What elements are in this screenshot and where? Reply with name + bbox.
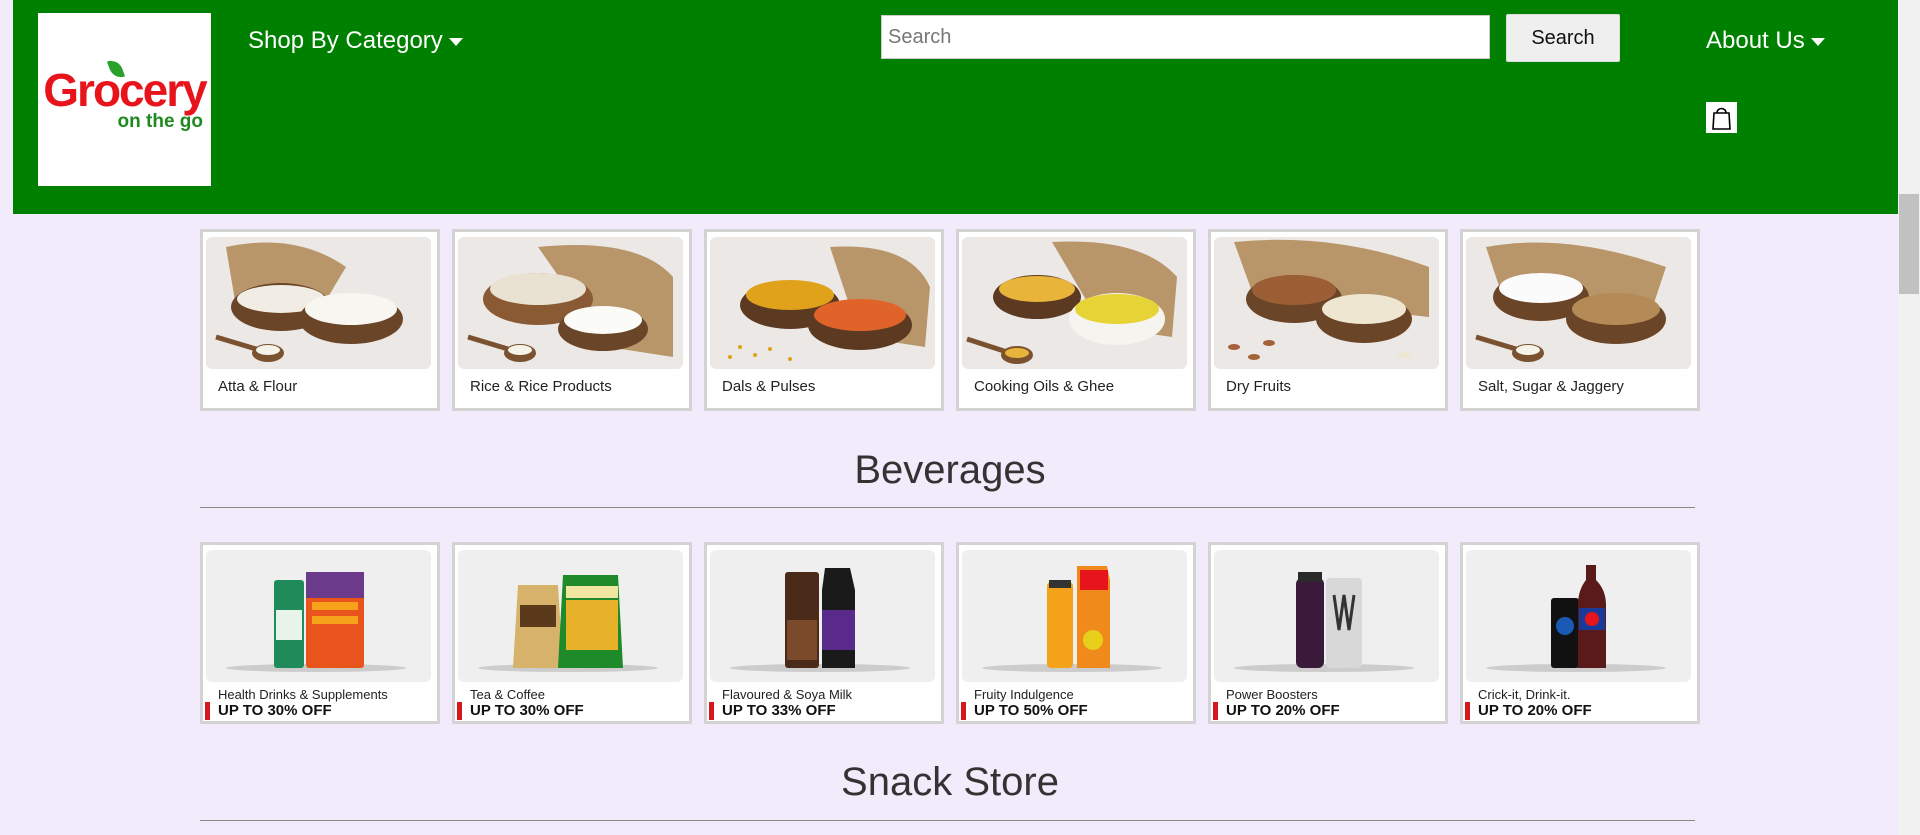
section-title-snack-store: Snack Store <box>841 760 1059 804</box>
category-image <box>1214 237 1439 369</box>
product-label: Tea & Coffee <box>470 687 545 702</box>
offer-badge: UP TO 33% OFF <box>709 702 836 720</box>
category-card-dry-fruits[interactable]: Dry Fruits <box>1208 229 1448 411</box>
product-label: Health Drinks & Supplements <box>218 687 388 702</box>
beverage-card-fruity-indulgence[interactable]: Fruity Indulgence UP TO 50% OFF <box>956 542 1196 724</box>
offer-badge: UP TO 20% OFF <box>1465 702 1592 720</box>
product-image <box>458 550 683 682</box>
search-input[interactable] <box>881 15 1490 59</box>
site-logo[interactable]: Grocery on the go <box>38 13 211 186</box>
category-image <box>206 237 431 369</box>
scrollbar-thumb[interactable] <box>1899 194 1919 294</box>
section-divider <box>200 507 1695 508</box>
section-title-beverages: Beverages <box>854 448 1046 492</box>
product-label: Crick-it, Drink-it. <box>1478 687 1571 702</box>
beverage-card-flavoured-milk[interactable]: Flavoured & Soya Milk UP TO 33% OFF <box>704 542 944 724</box>
logo-title: Grocery <box>43 64 207 116</box>
category-image <box>458 237 683 369</box>
page-scrollbar[interactable] <box>1898 0 1920 835</box>
offer-badge: UP TO 50% OFF <box>961 702 1088 720</box>
product-image <box>710 550 935 682</box>
product-image <box>1214 550 1439 682</box>
product-label: Fruity Indulgence <box>974 687 1074 702</box>
category-label: Atta & Flour <box>218 378 298 395</box>
section-divider <box>200 820 1695 821</box>
product-label: Flavoured & Soya Milk <box>722 687 853 702</box>
beverage-card-health-drinks[interactable]: Health Drinks & Supplements UP TO 30% OF… <box>200 542 440 724</box>
product-image <box>1466 550 1691 682</box>
category-card-rice[interactable]: Rice & Rice Products <box>452 229 692 411</box>
category-image <box>962 237 1187 369</box>
shopping-bag-icon[interactable] <box>1706 102 1737 133</box>
shop-by-category-label: Shop By Category <box>248 27 443 54</box>
product-image <box>206 550 431 682</box>
category-label: Dry Fruits <box>1226 378 1291 395</box>
category-image <box>1466 237 1691 369</box>
caret-down-icon <box>448 37 463 46</box>
category-card-salt-sugar[interactable]: Salt, Sugar & Jaggery <box>1460 229 1700 411</box>
about-us-menu[interactable]: About Us <box>1706 27 1825 55</box>
about-us-label: About Us <box>1706 27 1805 54</box>
search-button[interactable]: Search <box>1506 14 1620 62</box>
category-card-atta-flour[interactable]: Atta & Flour <box>200 229 440 411</box>
product-label: Power Boosters <box>1226 687 1318 702</box>
category-label: Rice & Rice Products <box>470 378 612 395</box>
category-label: Salt, Sugar & Jaggery <box>1478 378 1624 395</box>
offer-badge: UP TO 30% OFF <box>205 702 332 720</box>
category-label: Dals & Pulses <box>722 378 816 395</box>
beverage-card-tea-coffee[interactable]: Tea & Coffee UP TO 30% OFF <box>452 542 692 724</box>
category-label: Cooking Oils & Ghee <box>974 378 1115 395</box>
category-image <box>710 237 935 369</box>
shop-by-category-menu[interactable]: Shop By Category <box>248 27 463 55</box>
product-image <box>962 550 1187 682</box>
beverage-card-power-boosters[interactable]: Power Boosters UP TO 20% OFF <box>1208 542 1448 724</box>
logo-tagline: on the go <box>117 111 203 132</box>
beverage-card-soft-drinks[interactable]: Crick-it, Drink-it. UP TO 20% OFF <box>1460 542 1700 724</box>
category-card-dals-pulses[interactable]: Dals & Pulses <box>704 229 944 411</box>
offer-badge: UP TO 20% OFF <box>1213 702 1340 720</box>
caret-down-icon <box>1810 37 1825 46</box>
offer-badge: UP TO 30% OFF <box>457 702 584 720</box>
category-card-cooking-oils[interactable]: Cooking Oils & Ghee <box>956 229 1196 411</box>
